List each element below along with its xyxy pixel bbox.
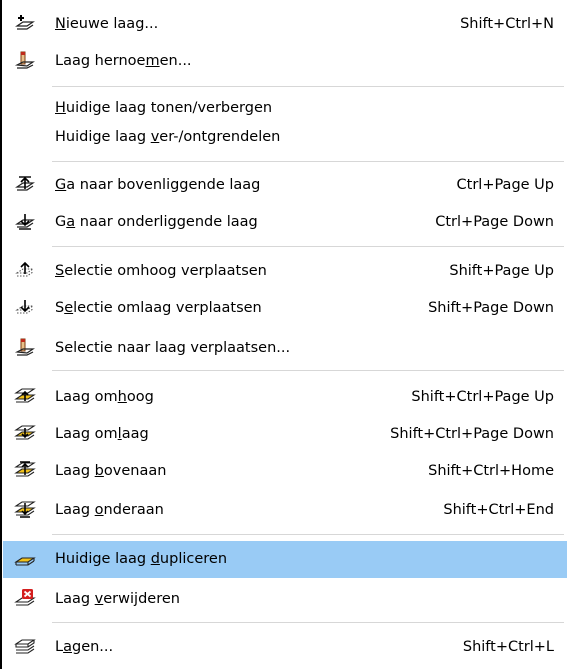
menu-separator <box>52 622 564 623</box>
menu-label: Laag onderaan <box>55 502 164 518</box>
move-selection-to-layer-icon <box>14 338 36 358</box>
menu-label: Ga naar onderliggende laag <box>55 214 258 230</box>
menu-item-layers-dialog[interactable]: Lagen... Shift+Ctrl+L <box>3 631 567 663</box>
new-layer-icon <box>14 14 36 34</box>
menu-label: Lagen... <box>55 639 114 655</box>
go-layer-up-icon <box>14 175 36 195</box>
menu-item-move-selection-down[interactable]: Selectie omlaag verplaatsen Shift+Page D… <box>3 292 567 324</box>
lower-layer-icon <box>14 424 36 444</box>
menu-separator <box>52 246 564 247</box>
menu-item-new-layer[interactable]: Nieuwe laag... Shift+Ctrl+N <box>3 8 567 40</box>
menu-shortcut: Shift+Ctrl+Page Up <box>411 389 554 405</box>
menu-item-move-selection-to-layer[interactable]: Selectie naar laag verplaatsen... <box>3 332 567 364</box>
raise-layer-icon <box>14 387 36 407</box>
move-selection-up-icon <box>14 261 36 281</box>
menu-shortcut: Shift+Ctrl+Home <box>428 463 554 479</box>
menu-label: Ga naar bovenliggende laag <box>55 177 261 193</box>
menu-separator <box>52 534 564 535</box>
layers-icon <box>14 637 36 657</box>
menu-label: Huidige laag ver-/ontgrendelen <box>55 129 281 145</box>
menu-shortcut: Shift+Ctrl+End <box>443 502 554 518</box>
menu-separator <box>52 86 564 87</box>
menu-label: Selectie naar laag verplaatsen... <box>55 340 291 356</box>
menu-item-delete-layer[interactable]: Laag verwijderen <box>3 583 567 615</box>
menu-shortcut: Shift+Ctrl+Page Down <box>390 426 554 442</box>
menu-item-toggle-lock[interactable]: Huidige laag ver-/ontgrendelen <box>3 121 567 153</box>
menu-label: Nieuwe laag... <box>55 16 159 32</box>
menu-shortcut: Shift+Page Down <box>428 300 554 316</box>
menu-item-layer-to-bottom[interactable]: Laag onderaan Shift+Ctrl+End <box>3 494 567 526</box>
duplicate-layer-icon <box>14 550 36 570</box>
menu-item-duplicate-layer[interactable]: Huidige laag dupliceren <box>3 541 567 578</box>
layer-to-bottom-icon <box>14 500 36 520</box>
menu-shortcut: Shift+Ctrl+L <box>462 639 554 655</box>
menu-separator <box>52 370 564 371</box>
menu-label: Laag omhoog <box>55 389 154 405</box>
delete-layer-icon <box>14 589 36 609</box>
menu-item-move-selection-up[interactable]: Selectie omhoog verplaatsen Shift+Page U… <box>3 255 567 287</box>
move-selection-down-icon <box>14 298 36 318</box>
menu-item-goto-layer-above[interactable]: Ga naar bovenliggende laag Ctrl+Page Up <box>3 169 567 201</box>
menu-label: Laag omlaag <box>55 426 149 442</box>
layer-to-top-icon <box>14 461 36 481</box>
menu-separator <box>52 161 564 162</box>
go-layer-down-icon <box>14 212 36 232</box>
menu-label: Laag verwijderen <box>55 591 180 607</box>
menu-shortcut: Shift+Ctrl+N <box>460 16 554 32</box>
menu-label: Selectie omhoog verplaatsen <box>55 263 267 279</box>
menu-item-rename-layer[interactable]: Laag hernoemen... <box>3 45 567 77</box>
menu-shortcut: Shift+Page Up <box>449 263 554 279</box>
menu-item-lower-layer[interactable]: Laag omlaag Shift+Ctrl+Page Down <box>3 418 567 450</box>
menu-item-toggle-visibility[interactable]: Huidige laag tonen/verbergen <box>3 92 567 124</box>
menu-label: Laag bovenaan <box>55 463 167 479</box>
menu-label: Laag hernoemen... <box>55 53 192 69</box>
rename-layer-icon <box>14 51 36 71</box>
menu-shortcut: Ctrl+Page Down <box>435 214 554 230</box>
menu-label: Selectie omlaag verplaatsen <box>55 300 262 316</box>
menu-shortcut: Ctrl+Page Up <box>456 177 554 193</box>
menu-item-goto-layer-below[interactable]: Ga naar onderliggende laag Ctrl+Page Dow… <box>3 206 567 238</box>
menu-item-layer-to-top[interactable]: Laag bovenaan Shift+Ctrl+Home <box>3 455 567 487</box>
layer-menu: Nieuwe laag... Shift+Ctrl+N Laag hernoem… <box>0 0 568 669</box>
menu-label: Huidige laag tonen/verbergen <box>55 100 273 116</box>
menu-item-raise-layer[interactable]: Laag omhoog Shift+Ctrl+Page Up <box>3 381 567 413</box>
menu-label: Huidige laag dupliceren <box>55 551 228 567</box>
